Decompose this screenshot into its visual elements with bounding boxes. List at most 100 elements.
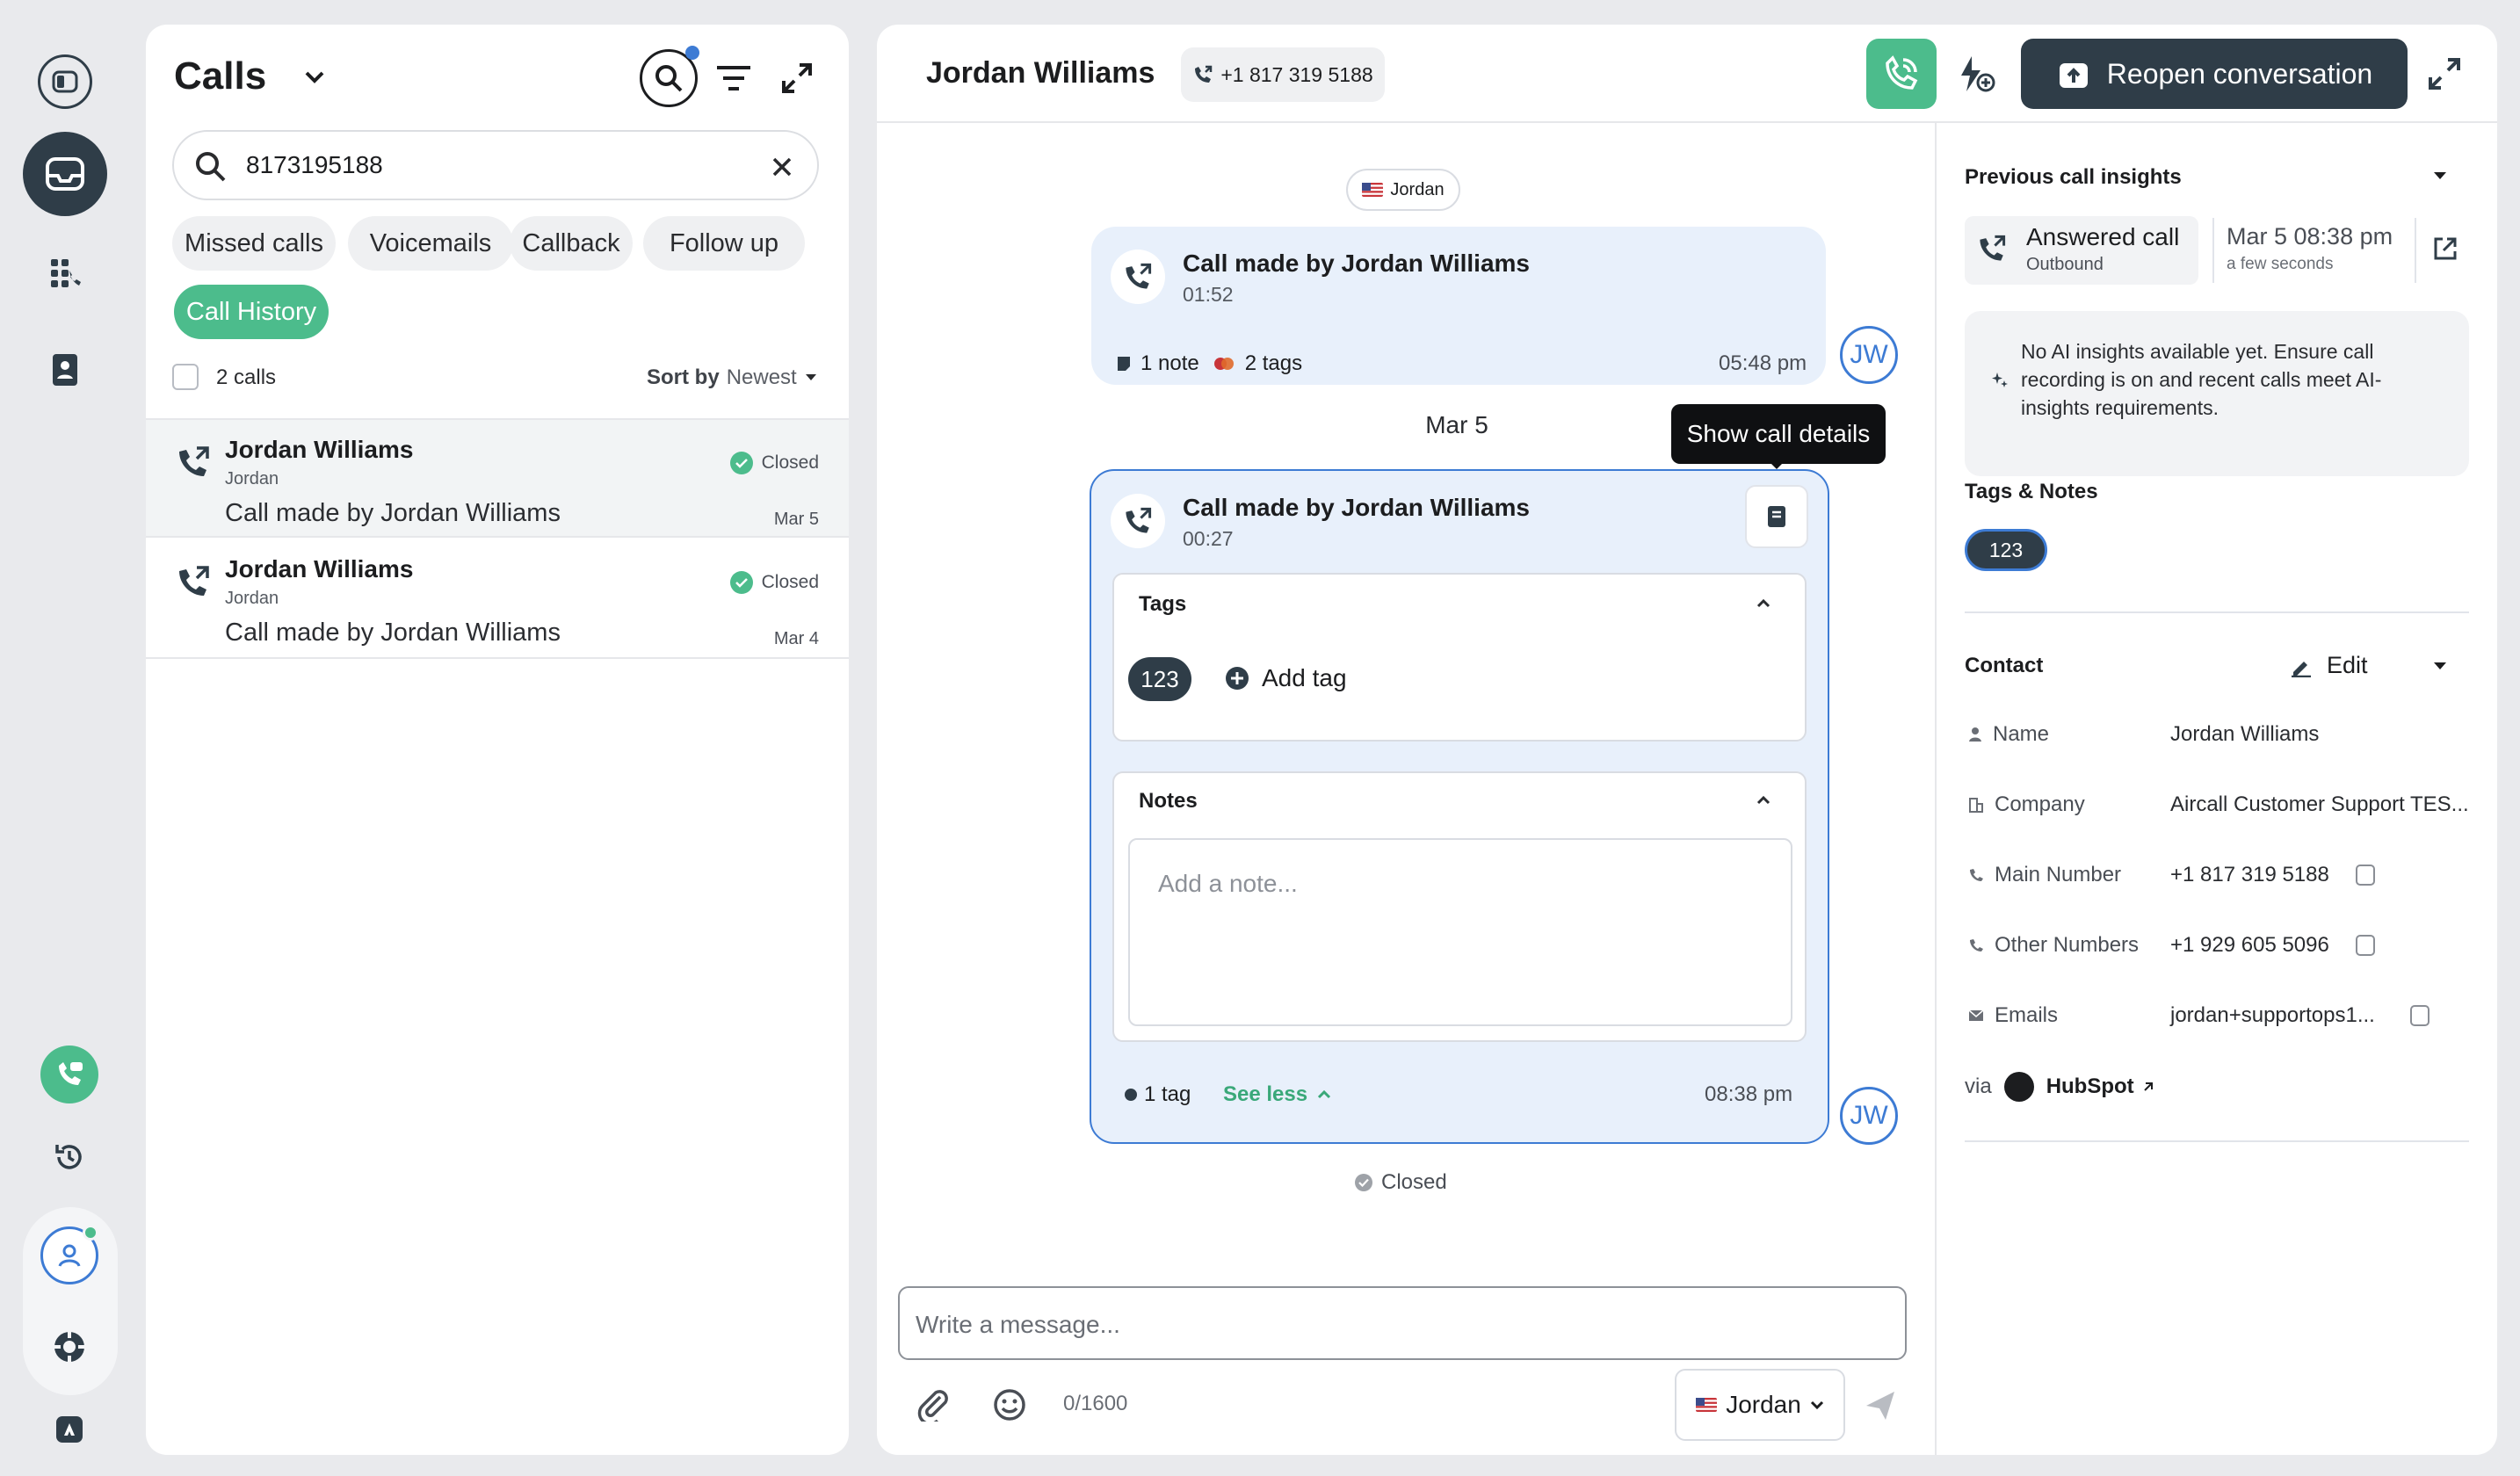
call-list-item[interactable]: Jordan Williams Jordan Call made by Jord… bbox=[146, 418, 849, 538]
calls-count: 2 calls bbox=[216, 365, 277, 389]
contact-company-value: Aircall Customer Support TES... bbox=[2170, 792, 2469, 816]
history-button[interactable] bbox=[40, 1128, 98, 1186]
expand-icon bbox=[2429, 58, 2460, 90]
insight-date: Mar 5 08:38 pm bbox=[2227, 223, 2393, 250]
copy-icon[interactable] bbox=[2355, 935, 2375, 956]
hubspot-logo-icon bbox=[2003, 1072, 2034, 1102]
fullscreen-button[interactable] bbox=[2427, 56, 2462, 91]
call-contact-name: Jordan Williams bbox=[225, 436, 414, 463]
phone-icon bbox=[1970, 939, 1983, 951]
tag-count-indicator: 1 tag bbox=[1125, 1082, 1191, 1107]
call-back-button[interactable] bbox=[1866, 39, 1937, 109]
outbound-call-icon bbox=[1111, 494, 1165, 548]
us-flag-icon bbox=[1696, 1398, 1718, 1412]
chevron-up-icon[interactable] bbox=[1756, 794, 1771, 807]
search-input[interactable]: 8173195188 bbox=[246, 151, 383, 179]
note-icon bbox=[1118, 357, 1130, 371]
call-event-duration: 01:52 bbox=[1183, 283, 1234, 306]
online-status-dot bbox=[83, 1225, 98, 1241]
filter-chip-call-history[interactable]: Call History bbox=[174, 285, 329, 339]
chevron-up-icon[interactable] bbox=[1756, 597, 1771, 610]
emoji-icon[interactable] bbox=[993, 1388, 1026, 1422]
user-icon bbox=[58, 1244, 81, 1267]
insight-divider bbox=[2415, 218, 2416, 283]
expand-icon bbox=[782, 63, 812, 93]
call-date: Mar 5 bbox=[773, 510, 819, 529]
chevron-down-icon bbox=[1810, 1400, 1823, 1410]
caret-down-icon[interactable] bbox=[2432, 661, 2448, 671]
call-description: Call made by Jordan Williams bbox=[225, 619, 561, 647]
help-button[interactable] bbox=[42, 1320, 97, 1374]
call-event-meta: 1 note 2 tags bbox=[1116, 351, 1302, 376]
reopen-icon bbox=[2059, 63, 2088, 88]
sidebar-toggle-button[interactable] bbox=[38, 54, 92, 109]
tags-icon bbox=[1213, 358, 1234, 370]
filter-button[interactable] bbox=[715, 63, 752, 93]
edit-contact-button[interactable]: Edit bbox=[2290, 652, 2368, 679]
caret-down-icon bbox=[805, 374, 816, 380]
note-textarea[interactable]: Add a note... bbox=[1128, 838, 1792, 1026]
outbound-call-icon bbox=[179, 566, 209, 596]
see-less-label: See less bbox=[1223, 1082, 1308, 1106]
sort-dropdown[interactable]: Sort by Newest bbox=[647, 365, 818, 390]
see-less-link[interactable]: See less bbox=[1223, 1082, 1332, 1107]
tag-count: 1 tag bbox=[1144, 1082, 1191, 1106]
date-divider: Mar 5 bbox=[1425, 411, 1488, 438]
dialpad-button[interactable] bbox=[38, 246, 92, 300]
check-circle-icon bbox=[729, 571, 753, 594]
filter-chip-callback[interactable]: Callback bbox=[510, 216, 633, 271]
check-circle-icon bbox=[1355, 1174, 1372, 1191]
sidebar-tag-pill[interactable]: 123 bbox=[1965, 529, 2047, 571]
select-all-checkbox[interactable] bbox=[172, 364, 199, 390]
call-event-title: Call made by Jordan Williams bbox=[1183, 250, 1530, 277]
call-event-time: 08:38 pm bbox=[1705, 1082, 1793, 1106]
filter-chip-follow-up[interactable]: Follow up bbox=[643, 216, 805, 271]
line-tag[interactable]: Jordan bbox=[1346, 169, 1460, 211]
tags-count: 2 tags bbox=[1244, 351, 1303, 375]
search-field[interactable]: 8173195188 bbox=[172, 130, 819, 200]
hubspot-link[interactable]: HubSpot bbox=[2046, 1074, 2155, 1099]
add-tag-button[interactable]: Add tag bbox=[1225, 664, 1347, 692]
call-list-item[interactable]: Jordan Williams Jordan Call made by Jord… bbox=[146, 539, 849, 659]
call-date: Mar 4 bbox=[773, 629, 819, 648]
answered-call-label: Answered call bbox=[2026, 223, 2180, 250]
add-integration-button[interactable] bbox=[1956, 54, 1996, 95]
tags-notes-label: Tags & Notes bbox=[1965, 480, 2098, 503]
copy-icon[interactable] bbox=[2409, 1005, 2429, 1026]
inbox-button[interactable] bbox=[23, 132, 107, 216]
sort-prefix: Sort by bbox=[647, 365, 720, 389]
phone-icon bbox=[1195, 65, 1213, 83]
paperclip-icon[interactable] bbox=[916, 1386, 951, 1422]
closed-label: Closed bbox=[1381, 1170, 1447, 1194]
previous-insights-label: Previous call insights bbox=[1965, 165, 2182, 189]
phone-number-text: +1 817 319 5188 bbox=[1220, 62, 1373, 86]
call-line-name: Jordan bbox=[225, 469, 279, 488]
calls-title: Calls bbox=[174, 54, 267, 98]
contact-company-key: Company bbox=[1968, 792, 2085, 817]
contact-source: via HubSpot bbox=[1965, 1072, 2155, 1102]
filter-chip-voicemails[interactable]: Voicemails bbox=[348, 216, 513, 271]
message-input[interactable]: Write a message... bbox=[898, 1286, 1907, 1360]
external-link-icon[interactable] bbox=[2432, 235, 2458, 262]
sender-line-select[interactable]: Jordan bbox=[1675, 1369, 1845, 1441]
copy-icon[interactable] bbox=[2355, 865, 2375, 886]
call-event-duration: 00:27 bbox=[1183, 527, 1234, 550]
phone-number-pill[interactable]: +1 817 319 5188 bbox=[1181, 47, 1385, 102]
call-details-button[interactable] bbox=[1745, 485, 1808, 548]
phone-ringing-icon bbox=[1886, 55, 1918, 90]
call-status: Closed bbox=[729, 452, 819, 474]
sparkle-icon bbox=[1992, 373, 2008, 387]
filter-chip-missed-calls[interactable]: Missed calls bbox=[172, 216, 336, 271]
call-contact-name: Jordan Williams bbox=[225, 555, 414, 582]
us-flag-icon bbox=[1362, 183, 1384, 197]
calls-title-dropdown-button[interactable] bbox=[304, 69, 325, 86]
caret-down-icon[interactable] bbox=[2432, 170, 2448, 181]
contacts-book-button[interactable] bbox=[38, 343, 92, 397]
tag-pill[interactable]: 123 bbox=[1128, 657, 1191, 701]
expand-panel-button[interactable] bbox=[780, 62, 814, 95]
availability-phone-button[interactable] bbox=[40, 1046, 98, 1103]
call-status: Closed bbox=[729, 571, 819, 594]
clear-search-icon[interactable] bbox=[771, 156, 793, 177]
send-icon[interactable] bbox=[1863, 1388, 1898, 1423]
reopen-conversation-button[interactable]: Reopen conversation bbox=[2021, 39, 2408, 109]
